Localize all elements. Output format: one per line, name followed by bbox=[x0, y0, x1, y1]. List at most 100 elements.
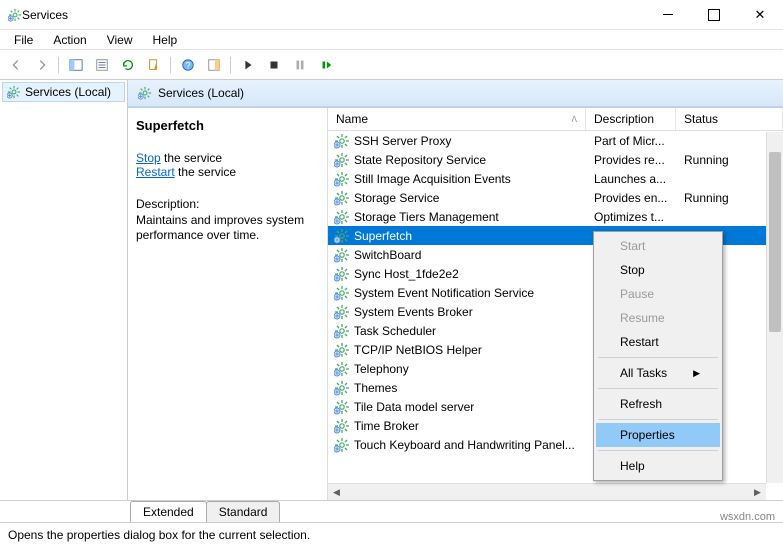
tab-standard[interactable]: Standard bbox=[206, 501, 281, 522]
status-text: Opens the properties dialog box for the … bbox=[8, 528, 310, 542]
service-icon bbox=[334, 228, 350, 244]
service-icon bbox=[334, 285, 350, 301]
menu-separator bbox=[598, 450, 718, 451]
column-headers: Nameᐱ Description Status bbox=[328, 108, 783, 131]
toolbar: ? bbox=[0, 50, 783, 80]
service-name: TCP/IP NetBIOS Helper bbox=[354, 343, 590, 357]
scroll-left-icon[interactable]: ◀ bbox=[328, 484, 345, 501]
menu-help[interactable]: Help bbox=[143, 31, 188, 49]
scroll-right-icon[interactable]: ▶ bbox=[749, 484, 766, 501]
menu-item-all-tasks[interactable]: All Tasks▶ bbox=[596, 361, 720, 385]
properties-toolbar-button[interactable] bbox=[90, 53, 114, 77]
menu-item-properties[interactable]: Properties bbox=[596, 423, 720, 447]
menu-item-resume: Resume bbox=[596, 306, 720, 330]
service-name: Storage Tiers Management bbox=[354, 210, 590, 224]
menubar: File Action View Help bbox=[0, 30, 783, 50]
menu-file[interactable]: File bbox=[4, 31, 43, 49]
vertical-scrollbar[interactable] bbox=[766, 132, 783, 483]
view-tabs: Extended Standard bbox=[0, 500, 783, 522]
sort-icon: ᐱ bbox=[572, 115, 577, 124]
service-name: Telephony bbox=[354, 362, 590, 376]
menu-separator bbox=[598, 357, 718, 358]
menu-separator bbox=[598, 388, 718, 389]
service-name: State Repository Service bbox=[354, 153, 590, 167]
service-icon bbox=[334, 418, 350, 434]
desc-label: Description: bbox=[136, 197, 199, 211]
pause-service-button[interactable] bbox=[288, 53, 312, 77]
service-row[interactable]: SSH Server ProxyPart of Micr... bbox=[328, 131, 783, 150]
service-desc: Optimizes t... bbox=[590, 210, 680, 224]
service-icon bbox=[334, 323, 350, 339]
service-icon bbox=[334, 380, 350, 396]
service-row[interactable]: Storage ServiceProvides en...Running bbox=[328, 188, 783, 207]
service-icon bbox=[334, 342, 350, 358]
tree-item-label: Services (Local) bbox=[25, 85, 111, 99]
tree-pane: Services (Local) bbox=[0, 80, 128, 500]
services-icon bbox=[138, 86, 152, 100]
menu-item-stop[interactable]: Stop bbox=[596, 258, 720, 282]
service-desc: Part of Micr... bbox=[590, 134, 680, 148]
service-name: System Event Notification Service bbox=[354, 286, 590, 300]
titlebar: Services bbox=[0, 0, 783, 30]
service-icon bbox=[334, 133, 350, 149]
maximize-button[interactable] bbox=[691, 0, 737, 30]
service-name: Time Broker bbox=[354, 419, 590, 433]
col-description[interactable]: Description bbox=[586, 108, 676, 130]
separator bbox=[170, 56, 172, 74]
service-name: Sync Host_1fde2e2 bbox=[354, 267, 590, 281]
col-name[interactable]: Nameᐱ bbox=[328, 108, 586, 130]
help-button[interactable]: ? bbox=[176, 53, 200, 77]
action-pane-button[interactable] bbox=[202, 53, 226, 77]
forward-button[interactable] bbox=[30, 53, 54, 77]
list-header-text: Services (Local) bbox=[158, 86, 244, 100]
service-desc: Provides re... bbox=[590, 153, 680, 167]
menu-item-pause: Pause bbox=[596, 282, 720, 306]
service-row[interactable]: Still Image Acquisition EventsLaunches a… bbox=[328, 169, 783, 188]
menu-item-help[interactable]: Help bbox=[596, 454, 720, 478]
service-icon bbox=[334, 209, 350, 225]
service-row[interactable]: Storage Tiers ManagementOptimizes t... bbox=[328, 207, 783, 226]
back-button[interactable] bbox=[4, 53, 28, 77]
horizontal-scrollbar[interactable]: ◀ ▶ bbox=[328, 483, 766, 500]
restart-link[interactable]: Restart bbox=[136, 165, 175, 179]
service-name: SSH Server Proxy bbox=[354, 134, 590, 148]
service-name: Storage Service bbox=[354, 191, 590, 205]
service-name: System Events Broker bbox=[354, 305, 590, 319]
tab-extended[interactable]: Extended bbox=[130, 501, 207, 522]
menu-separator bbox=[598, 419, 718, 420]
service-icon bbox=[334, 152, 350, 168]
stop-link[interactable]: Stop bbox=[136, 151, 161, 165]
service-name: Task Scheduler bbox=[354, 324, 590, 338]
menu-item-restart[interactable]: Restart bbox=[596, 330, 720, 354]
menu-view[interactable]: View bbox=[97, 31, 143, 49]
tree-item-services-local[interactable]: Services (Local) bbox=[2, 82, 125, 102]
refresh-button[interactable] bbox=[116, 53, 140, 77]
service-desc: Provides en... bbox=[590, 191, 680, 205]
service-icon bbox=[334, 304, 350, 320]
service-icon bbox=[334, 171, 350, 187]
list-header: Services (Local) bbox=[128, 80, 783, 107]
service-icon bbox=[334, 399, 350, 415]
service-desc: Launches a... bbox=[590, 172, 680, 186]
desc-text: Maintains and improves system performanc… bbox=[136, 213, 304, 243]
export-button[interactable] bbox=[142, 53, 166, 77]
detail-pane: Superfetch Stop the service Restart the … bbox=[128, 108, 328, 500]
minimize-button[interactable] bbox=[645, 0, 691, 30]
separator bbox=[58, 56, 60, 74]
service-row[interactable]: State Repository ServiceProvides re...Ru… bbox=[328, 150, 783, 169]
start-service-button[interactable] bbox=[236, 53, 260, 77]
show-hide-tree-button[interactable] bbox=[64, 53, 88, 77]
selected-service-name: Superfetch bbox=[136, 118, 319, 133]
service-icon bbox=[334, 190, 350, 206]
close-button[interactable] bbox=[737, 0, 783, 30]
menu-action[interactable]: Action bbox=[43, 31, 96, 49]
statusbar: Opens the properties dialog box for the … bbox=[0, 522, 783, 546]
menu-item-refresh[interactable]: Refresh bbox=[596, 392, 720, 416]
service-icon bbox=[334, 247, 350, 263]
service-name: Touch Keyboard and Handwriting Panel... bbox=[354, 438, 590, 452]
restart-service-button[interactable] bbox=[314, 53, 338, 77]
col-status[interactable]: Status bbox=[676, 108, 783, 130]
submenu-arrow-icon: ▶ bbox=[693, 368, 700, 379]
stop-service-button[interactable] bbox=[262, 53, 286, 77]
watermark: wsxdn.com bbox=[720, 511, 775, 523]
